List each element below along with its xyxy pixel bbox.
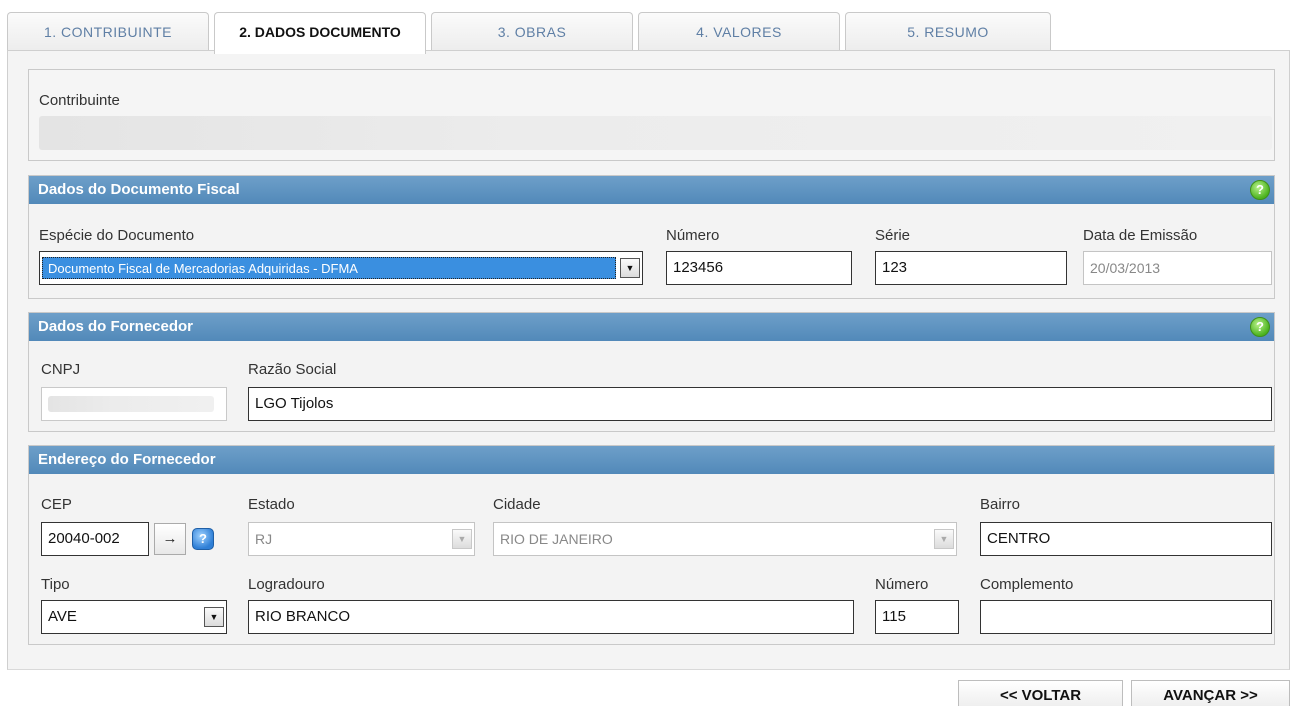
cidade-select: RIO DE JANEIRO ▼	[493, 522, 957, 556]
cidade-value: RIO DE JANEIRO	[500, 531, 613, 547]
tab-obras[interactable]: 3. OBRAS	[431, 12, 633, 52]
razao-social-label: Razão Social	[248, 361, 337, 378]
cnpj-input[interactable]	[41, 387, 227, 421]
bairro-label: Bairro	[980, 496, 1021, 513]
especie-select[interactable]: Documento Fiscal de Mercadorias Adquirid…	[39, 251, 643, 285]
data-emissao-label: Data de Emissão	[1083, 227, 1198, 244]
help-icon[interactable]: ?	[192, 528, 214, 550]
numero-doc-label: Número	[666, 227, 720, 244]
estado-label: Estado	[248, 496, 295, 513]
help-icon[interactable]: ?	[1250, 180, 1270, 200]
cnpj-label: CNPJ	[41, 361, 81, 378]
fornecedor-header-title: Dados do Fornecedor	[38, 318, 194, 335]
cnpj-value	[48, 396, 214, 412]
chevron-down-icon[interactable]: ▼	[204, 607, 224, 627]
next-button[interactable]: AVANÇAR >>	[1131, 680, 1290, 706]
help-icon[interactable]: ?	[1250, 317, 1270, 337]
serie-label: Série	[875, 227, 911, 244]
form-panel: Contribuinte Dados do Documento Fiscal ?…	[7, 50, 1290, 670]
cep-input[interactable]: 20040-002	[41, 522, 149, 556]
documento-header-title: Dados do Documento Fiscal	[38, 181, 240, 198]
endereco-section: Endereço do Fornecedor CEP 20040-002 → ?…	[28, 445, 1275, 645]
contribuinte-label: Contribuinte	[39, 92, 120, 109]
cep-label: CEP	[41, 496, 72, 513]
cep-search-button[interactable]: →	[154, 523, 186, 555]
chevron-down-icon: ▼	[934, 529, 954, 549]
logradouro-input[interactable]: RIO BRANCO	[248, 600, 854, 634]
contribuinte-value	[39, 116, 1272, 150]
documento-header: Dados do Documento Fiscal ?	[29, 176, 1274, 204]
endereco-header-title: Endereço do Fornecedor	[38, 451, 216, 468]
especie-label: Espécie do Documento	[39, 227, 195, 244]
bairro-input[interactable]: CENTRO	[980, 522, 1272, 556]
documento-section: Dados do Documento Fiscal ? Espécie do D…	[28, 175, 1275, 299]
especie-selected-option: Documento Fiscal de Mercadorias Adquirid…	[42, 257, 616, 279]
serie-input[interactable]: 123	[875, 251, 1067, 285]
numero-endereco-input[interactable]: 115	[875, 600, 959, 634]
data-emissao-input: 20/03/2013	[1083, 251, 1272, 285]
numero-doc-input[interactable]: 123456	[666, 251, 852, 285]
tab-dados-documento[interactable]: 2. DADOS DOCUMENTO	[214, 12, 426, 54]
fornecedor-section: Dados do Fornecedor ? CNPJ Razão Social …	[28, 312, 1275, 432]
fornecedor-header: Dados do Fornecedor ?	[29, 313, 1274, 341]
tipo-select[interactable]: AVE ▼	[41, 600, 227, 634]
complemento-label: Complemento	[980, 576, 1074, 593]
tipo-value: AVE	[48, 608, 77, 625]
estado-select: RJ ▼	[248, 522, 475, 556]
back-button[interactable]: << VOLTAR	[958, 680, 1123, 706]
contribuinte-box: Contribuinte	[28, 69, 1275, 161]
chevron-down-icon[interactable]: ▼	[620, 258, 640, 278]
cidade-label: Cidade	[493, 496, 541, 513]
numero-endereco-label: Número	[875, 576, 929, 593]
tab-valores[interactable]: 4. VALORES	[638, 12, 840, 52]
razao-social-input[interactable]: LGO Tijolos	[248, 387, 1272, 421]
complemento-input[interactable]	[980, 600, 1272, 634]
tab-contribuinte[interactable]: 1. CONTRIBUINTE	[7, 12, 209, 52]
tab-resumo[interactable]: 5. RESUMO	[845, 12, 1051, 52]
tipo-label: Tipo	[41, 576, 70, 593]
estado-value: RJ	[255, 531, 273, 547]
logradouro-label: Logradouro	[248, 576, 325, 593]
endereco-header: Endereço do Fornecedor	[29, 446, 1274, 474]
chevron-down-icon: ▼	[452, 529, 472, 549]
